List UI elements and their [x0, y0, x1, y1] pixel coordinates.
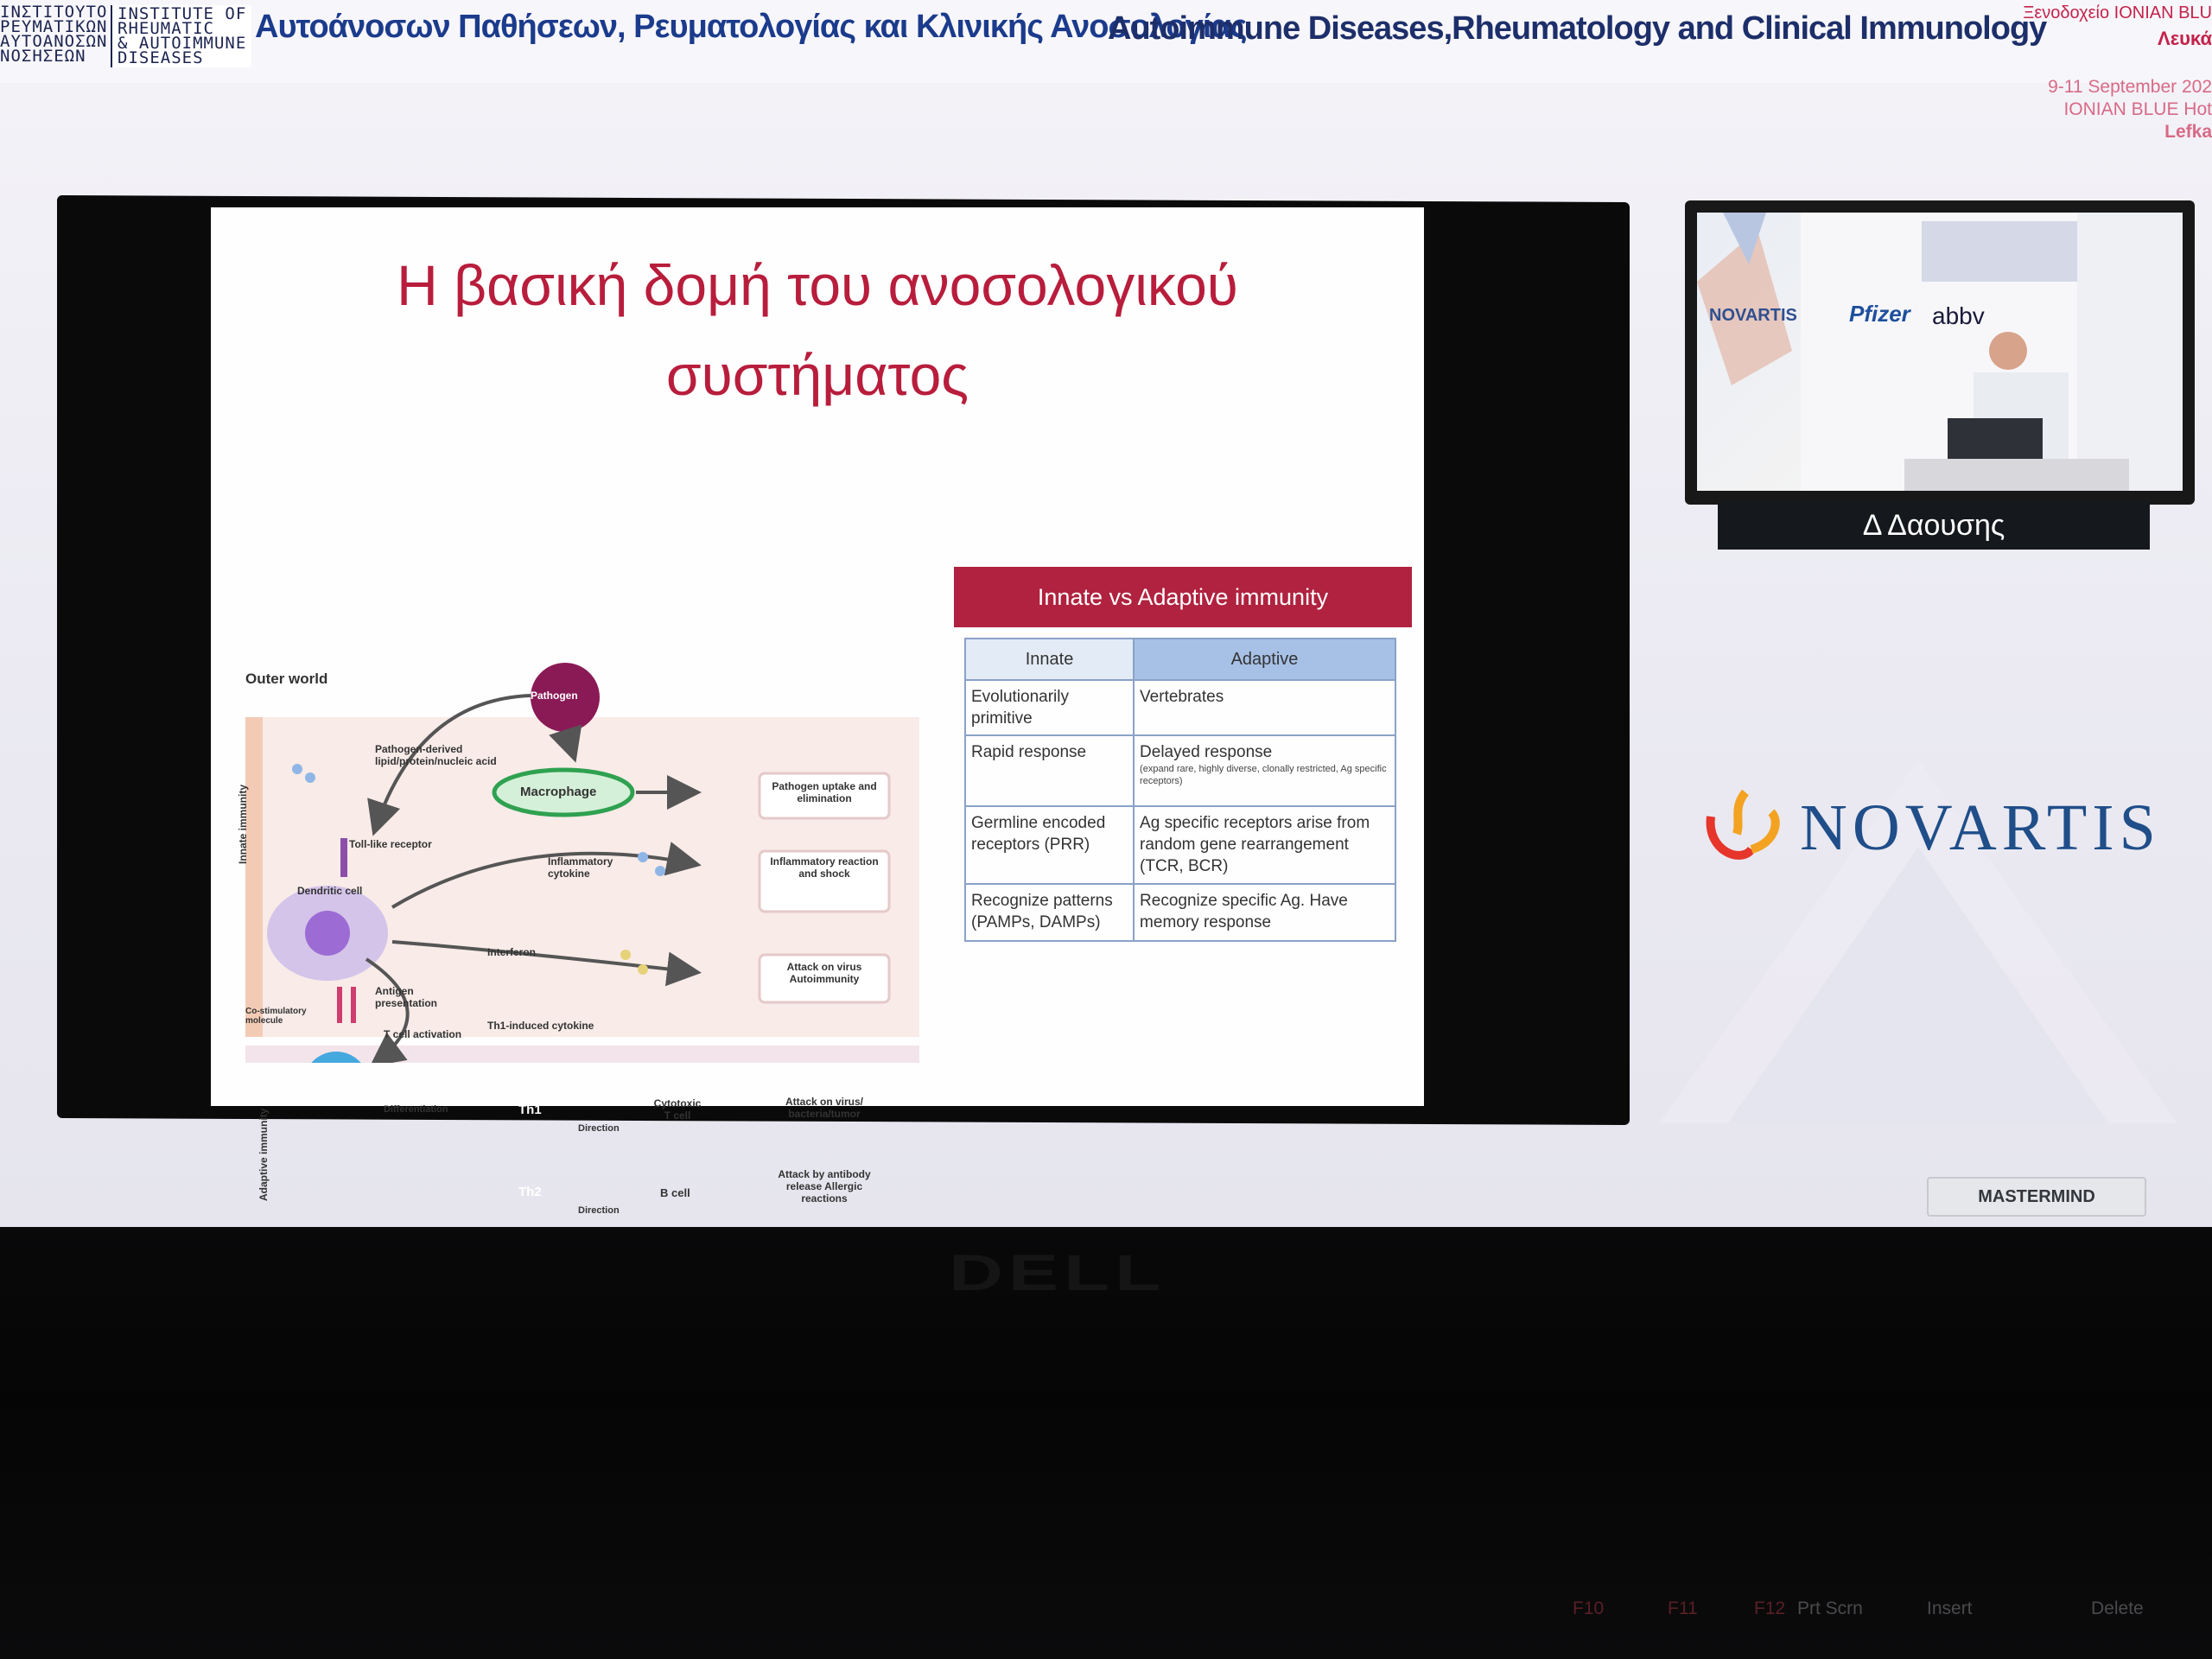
institute-logo-english: INSTITUTE OF RHEUMATIC & AUTOIMMUNE DISE…	[111, 5, 252, 67]
slide-title-line2: συστήματος	[665, 343, 969, 407]
conference-title-greek: Αυτοάνοσων Παθήσεων, Ρευματολογίας και Κ…	[255, 9, 1247, 45]
video-sponsor-novartis: NOVARTIS	[1709, 306, 1797, 325]
label-inflammatory-cytokine: Inflammatory cytokine	[548, 855, 613, 880]
key-print-screen[interactable]: Prt Scrn	[1797, 1599, 1863, 1619]
key-f10[interactable]: F10	[1573, 1599, 1604, 1619]
video-scene	[1697, 213, 2183, 491]
key-f11[interactable]: F11	[1668, 1599, 1698, 1619]
key-delete[interactable]: Delete	[2091, 1599, 2144, 1619]
cell-innate: Recognize patterns (PAMPs, DAMPs)	[963, 883, 1135, 942]
label-direction-2: Direction	[578, 1205, 620, 1216]
table-row: Recognize patterns (PAMPs, DAMPs) Recogn…	[963, 883, 1396, 942]
conference-title-english: Autoimmune Diseases,Rheumatology and Cli…	[1108, 10, 2047, 47]
cell-adaptive: Delayed response	[1140, 743, 1273, 761]
label-pathogen-uptake: Pathogen uptake and elimination	[772, 780, 877, 804]
mastermind-badge: MASTERMIND	[1927, 1177, 2146, 1217]
venue-hotel-english: IONIAN BLUE Hot	[2063, 99, 2212, 119]
cell-adaptive: Vertebrates	[1133, 679, 1396, 736]
video-sponsor-pfizer: Pfizer	[1849, 301, 1910, 327]
conference-dates: 9-11 September 202	[2048, 77, 2212, 97]
label-th1: Th1	[518, 1103, 542, 1117]
label-interferon: Interferon	[487, 946, 537, 958]
label-pathogen-derived: Pathogen-derived lipid/protein/nucleic a…	[375, 743, 497, 767]
label-toll-like-receptor: Toll-like receptor	[349, 838, 432, 850]
venue-hotel: Ξενοδοχείο IONIAN BLU	[2023, 3, 2212, 22]
innate-vs-adaptive-table: Innate vs Adaptive immunity Innate Adapt…	[954, 567, 1412, 942]
cell-adaptive: Ag specific receptors arise from random …	[1133, 805, 1396, 885]
cell-innate: Germline encoded receptors (PRR)	[963, 805, 1135, 885]
conference-banner: ΙΝΣΤΙΤΟΥΤΟ ΡΕΥΜΑΤΙΚΩΝ ΑΥΤΟΑΝΟΣΩΝ ΝΟΣΗΣΕΩ…	[0, 0, 2212, 83]
label-inflammatory-reaction: Inflammatory reaction and shock	[770, 855, 879, 880]
novartis-sponsor-logo: NOVARTIS	[1698, 782, 2156, 868]
immune-system-diagram: Outer world Pathogen Pathogen-derived li…	[237, 458, 937, 1216]
label-dendritic-cell: Dendritic cell	[297, 885, 363, 897]
cell-adaptive: Recognize specific Ag. Have memory respo…	[1133, 883, 1396, 942]
label-pathogen: Pathogen	[531, 690, 578, 702]
novartis-flame-icon	[1706, 789, 1780, 860]
venue-info: Ξενοδοχείο IONIAN BLU Λευκά	[2023, 0, 2212, 52]
label-th1-cytokine: Th1-induced cytokine	[487, 1020, 594, 1032]
label-differentiation: Differentiation	[384, 1104, 448, 1115]
label-direction-1: Direction	[578, 1123, 620, 1134]
novartis-wordmark: NOVARTIS	[1800, 791, 2161, 864]
key-insert[interactable]: Insert	[1927, 1599, 1973, 1619]
function-key-row: F10 F11 F12 Prt Scrn Insert Delete	[0, 1573, 2212, 1659]
speaker-video-feed: NOVARTIS Pfizer abbv	[1697, 213, 2183, 491]
presentation-slide: Η βασική δομή του ανοσολογικού συστήματο…	[211, 207, 1424, 1216]
institute-logo-greek: ΙΝΣΤΙΤΟΥΤΟ ΡΕΥΜΑΤΙΚΩΝ ΑΥΤΟΑΝΟΣΩΝ ΝΟΣΗΣΕΩ…	[0, 3, 108, 66]
cell-innate: Evolutionarily primitive	[963, 679, 1135, 736]
label-outer-world: Outer world	[245, 671, 328, 687]
table-header-banner: Innate vs Adaptive immunity	[954, 567, 1412, 627]
label-antigen-presentation: Antigen presentation	[375, 985, 438, 1009]
column-header-adaptive: Adaptive	[1133, 638, 1396, 681]
speaker-name-label: Δ Δαουσης	[1718, 501, 2150, 550]
cell-adaptive-group: Delayed response (expand rare, highly di…	[1133, 734, 1396, 807]
comparison-table: Innate Adaptive Evolutionarily primitive…	[963, 638, 1396, 942]
venue-city-english: Lefka	[2164, 122, 2212, 142]
dell-logo: DELL	[949, 1245, 1166, 1301]
video-sponsor-abbvie: abbv	[1932, 302, 1985, 329]
cell-innate: Rapid response	[963, 734, 1135, 807]
table-row: Rapid response Delayed response (expand …	[963, 734, 1396, 807]
label-t-cell-activation: T cell activation	[384, 1028, 462, 1040]
column-header-innate: Innate	[963, 638, 1135, 681]
speaker-video[interactable]: NOVARTIS Pfizer abbv	[1685, 200, 2195, 505]
label-attack-bacteria: Attack on virus/ bacteria/tumor	[785, 1096, 864, 1120]
key-f12[interactable]: F12	[1754, 1599, 1785, 1619]
label-adaptive-immunity: Adaptive immunity	[257, 1108, 270, 1201]
label-cytotoxic: Cytotoxic T cell	[653, 1097, 702, 1122]
label-macrophage: Macrophage	[520, 785, 597, 799]
venue-dates-block: 9-11 September 202 IONIAN BLUE Hot Lefka	[2048, 76, 2212, 143]
venue-city: Λευκά	[2158, 28, 2212, 49]
label-b-cell: B cell	[660, 1186, 690, 1199]
table-row: Germline encoded receptors (PRR) Ag spec…	[963, 805, 1396, 885]
label-co-stimulatory: Co-stimulatory molecule	[245, 1007, 307, 1026]
label-attack-virus: Attack on virus Autoimmunity	[786, 961, 862, 985]
label-th2: Th2	[518, 1185, 542, 1199]
slide-title-line1: Η βασική δομή του ανοσολογικού	[397, 253, 1238, 317]
label-attack-antibody: Attack by antibody release Allergic reac…	[778, 1168, 871, 1205]
label-innate-immunity: Innate immunity	[237, 784, 249, 864]
monitor-screen: ΙΝΣΤΙΤΟΥΤΟ ΡΕΥΜΑΤΙΚΩΝ ΑΥΤΟΑΝΟΣΩΝ ΝΟΣΗΣΕΩ…	[0, 0, 2212, 1227]
table-row: Evolutionarily primitive Vertebrates	[963, 679, 1396, 736]
cell-adaptive-note: (expand rare, highly diverse, clonally r…	[1140, 764, 1387, 786]
slide-title: Η βασική δομή του ανοσολογικού συστήματο…	[211, 240, 1424, 420]
label-t-cell: T cell	[315, 1076, 344, 1089]
